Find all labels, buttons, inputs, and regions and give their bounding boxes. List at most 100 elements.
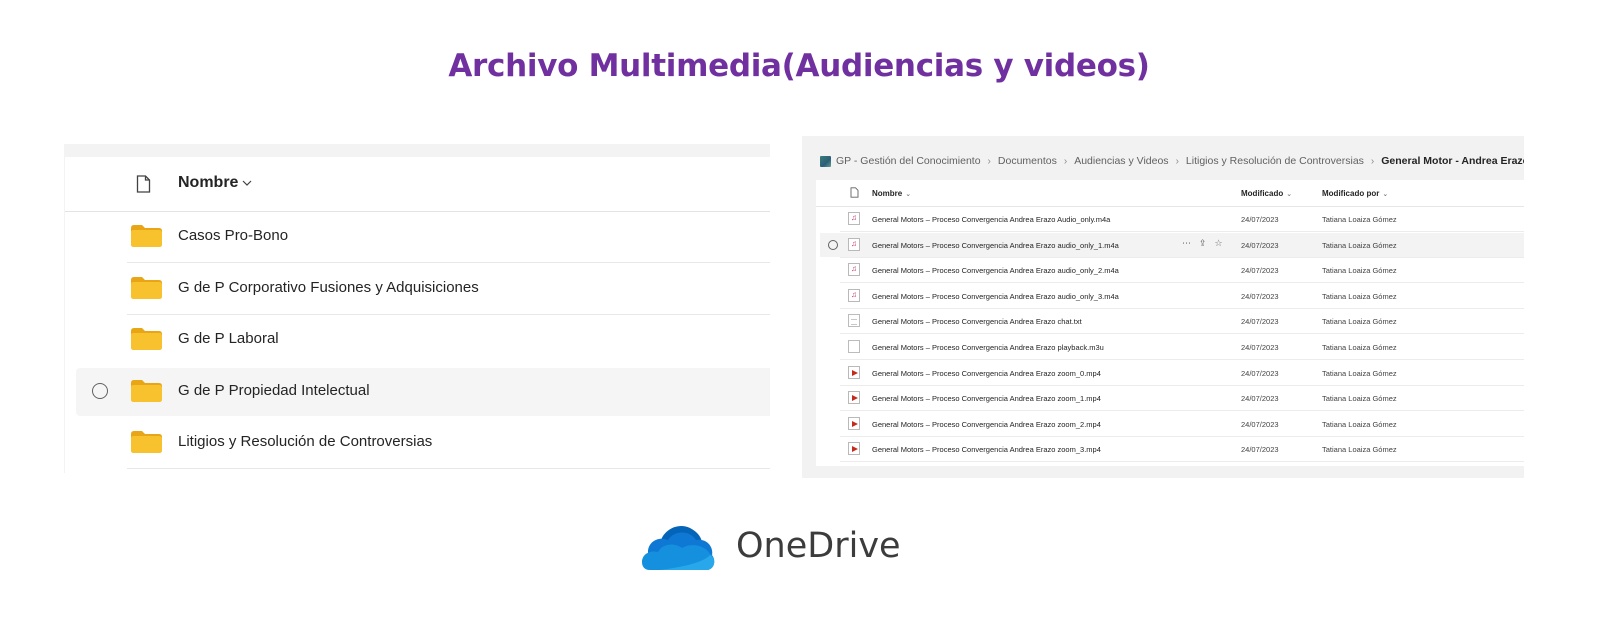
onedrive-cloud-icon (640, 522, 716, 577)
file-row[interactable]: General Motors – Proceso Convergencia An… (816, 308, 1524, 335)
chevron-right-icon: › (987, 155, 991, 167)
folder-name[interactable]: G de P Laboral (178, 330, 279, 347)
file-list: Nombre⌄ Modificado⌄ Modificado por⌄ Gene… (816, 180, 1524, 466)
file-name[interactable]: General Motors – Proceso Convergencia An… (872, 241, 1119, 250)
text-file-icon (848, 314, 860, 328)
folder-name[interactable]: Litigios y Resolución de Controversias (178, 433, 432, 450)
site-logo-icon (820, 155, 831, 167)
folder-icon (131, 328, 162, 355)
modified-by: Tatiana Loaiza Gómez (1322, 317, 1397, 327)
chevron-down-icon: ⌄ (905, 191, 912, 198)
breadcrumb-item[interactable]: Documentos (998, 155, 1057, 167)
video-file-icon (848, 365, 860, 379)
file-type-icon[interactable] (136, 175, 151, 198)
modified-by: Tatiana Loaiza Gómez (1322, 419, 1397, 429)
onedrive-wordmark: OneDrive (736, 526, 901, 566)
name-column-label: Nombre (872, 189, 903, 198)
folder-list-header: Nombre (65, 157, 770, 212)
file-name[interactable]: General Motors – Proceso Convergencia An… (872, 266, 1119, 275)
modified-by-column-label: Modificado por (1322, 189, 1380, 198)
file-name[interactable]: General Motors – Proceso Convergencia An… (872, 292, 1119, 301)
modified-column-header[interactable]: Modificado ⌄ (1241, 189, 1292, 198)
folder-row[interactable]: Litigios y Resolución de Controversias (65, 417, 770, 469)
modified-by: Tatiana Loaiza Gómez (1322, 343, 1397, 352)
share-icon[interactable]: ⇪ (1199, 238, 1207, 249)
file-row[interactable]: General Motors – Proceso Convergencia An… (816, 257, 1524, 284)
modified-date: 24/07/2023 (1241, 291, 1279, 301)
audio-file-icon (848, 263, 860, 277)
file-row[interactable]: General Motors – Proceso Convergencia An… (816, 411, 1524, 437)
folder-row[interactable]: G de P Propiedad Intelectual (65, 366, 770, 418)
file-row[interactable]: General Motors – Proceso Convergencia An… (816, 436, 1524, 463)
chevron-right-icon: › (1063, 155, 1068, 167)
select-radio[interactable] (828, 239, 838, 250)
chevron-down-icon: ⌄ (1286, 191, 1293, 198)
modified-by: Tatiana Loaiza Gómez (1322, 240, 1397, 250)
chevron-right-icon: › (1175, 155, 1179, 167)
folder-name[interactable]: G de P Corporativo Fusiones y Adquisicio… (178, 279, 479, 296)
modified-date: 24/07/2023 (1241, 317, 1279, 327)
file-list-header: Nombre ⌄ Modificado ⌄ Modificado por ⌄ (816, 180, 1524, 207)
modified-by-column-header[interactable]: Modificado por ⌄ (1322, 189, 1388, 198)
file-row[interactable]: General Motors – Proceso Convergencia An… (816, 232, 1524, 258)
breadcrumb-current: General Motor - Andrea Erazo - Audiencia… (1381, 155, 1524, 167)
folder-icon (131, 276, 162, 304)
video-file-icon (848, 442, 860, 456)
chevron-down-icon[interactable] (241, 176, 253, 194)
modified-by: Tatiana Loaiza Gómez (1322, 368, 1397, 378)
breadcrumb-item[interactable]: GP - Gestión del Conocimiento (836, 155, 981, 167)
file-name[interactable]: General Motors – Proceso Convergencia An… (872, 343, 1104, 352)
breadcrumb: GP - Gestión del Conocimiento › Document… (820, 153, 1524, 169)
modified-date: 24/07/2023 (1241, 419, 1279, 429)
file-row[interactable]: General Motors – Proceso Convergencia An… (816, 206, 1524, 232)
folder-row[interactable]: G de P Corporativo Fusiones y Adquisicio… (65, 263, 770, 315)
file-row[interactable]: General Motors – Proceso Convergencia An… (816, 334, 1524, 360)
folder-list-panel: Nombre Casos Pro-Bono G de P Corporativo … (64, 144, 770, 473)
modified-by: Tatiana Loaiza Gómez (1322, 291, 1397, 301)
row-divider (127, 468, 770, 469)
folder-icon (131, 225, 162, 252)
name-column-header[interactable]: Nombre (178, 174, 238, 192)
modified-date: 24/07/2023 (1241, 368, 1279, 378)
file-name[interactable]: General Motors – Proceso Convergencia An… (872, 369, 1101, 378)
folder-row[interactable]: G de P Laboral (65, 314, 770, 366)
modified-by: Tatiana Loaiza Gómez (1322, 215, 1397, 224)
video-file-icon (848, 391, 860, 405)
name-column-header[interactable]: Nombre ⌄ (872, 189, 911, 198)
favorite-star-icon[interactable]: ☆ (1215, 238, 1223, 249)
modified-by: Tatiana Loaiza Gómez (1322, 445, 1397, 455)
modified-date: 24/07/2023 (1241, 394, 1279, 404)
breadcrumb-item[interactable]: Audiencias y Videos (1074, 155, 1168, 167)
modified-column-label: Modificado (1241, 189, 1284, 198)
modified-by: Tatiana Loaiza Gómez (1322, 266, 1397, 276)
folder-icon (131, 431, 162, 458)
file-name[interactable]: General Motors – Proceso Convergencia An… (872, 445, 1101, 454)
video-file-icon (848, 416, 860, 430)
chevron-right-icon: › (1370, 155, 1375, 167)
row-divider (840, 461, 1524, 463)
breadcrumb-item[interactable]: Litigios y Resolución de Controversias (1186, 155, 1364, 167)
modified-date: 24/07/2023 (1241, 343, 1279, 352)
file-row[interactable]: General Motors – Proceso Convergencia An… (816, 360, 1524, 386)
modified-date: 24/07/2023 (1241, 240, 1279, 250)
folder-icon (131, 379, 162, 407)
folder-name[interactable]: G de P Propiedad Intelectual (178, 382, 370, 399)
file-name[interactable]: General Motors – Proceso Convergencia An… (872, 394, 1101, 403)
audio-file-icon (848, 288, 860, 302)
file-name[interactable]: General Motors – Proceso Convergencia An… (872, 215, 1110, 224)
folder-row[interactable]: Casos Pro-Bono (65, 211, 770, 263)
modified-date: 24/07/2023 (1241, 445, 1279, 455)
generic-file-icon (848, 340, 860, 353)
file-name[interactable]: General Motors – Proceso Convergencia An… (872, 317, 1082, 326)
select-radio[interactable] (92, 382, 108, 399)
more-options-icon[interactable]: ⋯ (1182, 238, 1191, 249)
file-name[interactable]: General Motors – Proceso Convergencia An… (872, 420, 1101, 429)
audio-file-icon (848, 212, 860, 225)
file-type-icon[interactable] (850, 187, 859, 200)
file-row[interactable]: General Motors – Proceso Convergencia An… (816, 385, 1524, 412)
folder-name[interactable]: Casos Pro-Bono (178, 227, 288, 244)
file-row[interactable]: General Motors – Proceso Convergencia An… (816, 283, 1524, 309)
modified-by: Tatiana Loaiza Gómez (1322, 394, 1397, 404)
modified-date: 24/07/2023 (1241, 215, 1279, 224)
page-title: Archivo Multimedia(Audiencias y videos) (448, 48, 1150, 84)
